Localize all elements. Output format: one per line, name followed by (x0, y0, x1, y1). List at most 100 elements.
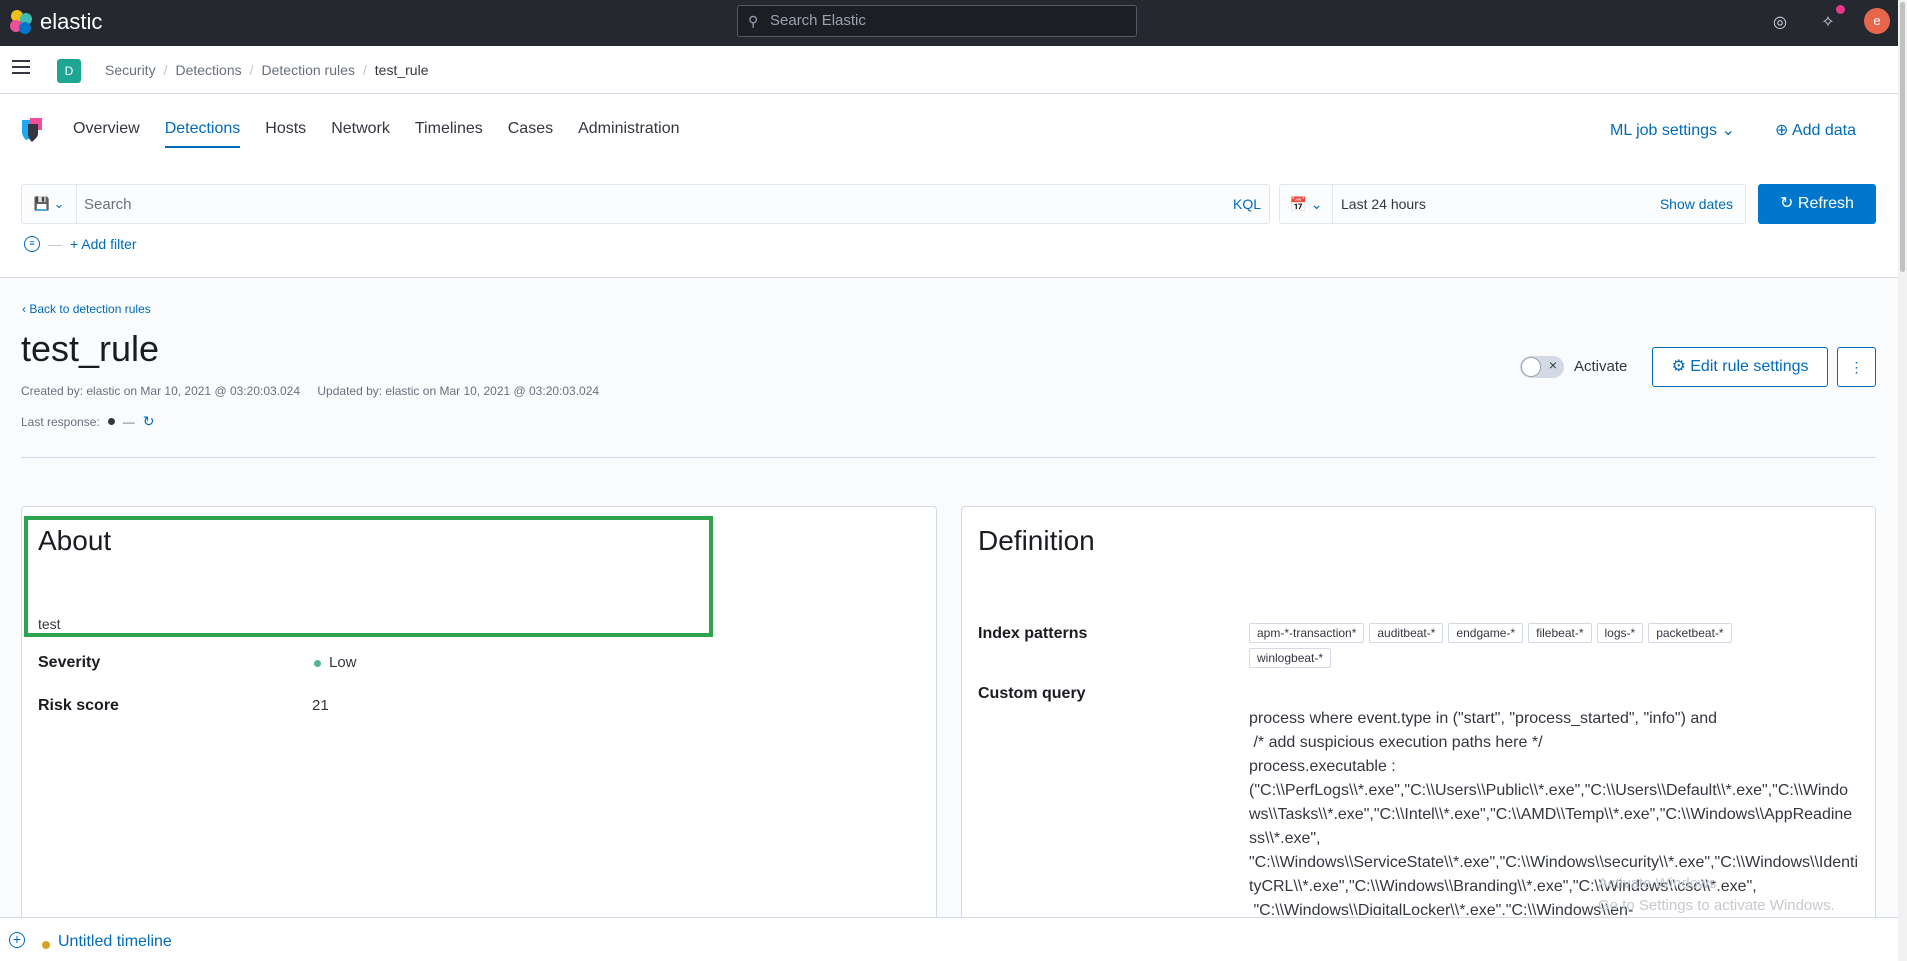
scrollbar-thumb[interactable] (1900, 2, 1905, 272)
chevron-down-icon: ⌄ (1310, 196, 1323, 212)
index-pattern-badge: winlogbeat-* (1249, 648, 1332, 668)
add-data-button[interactable]: ⊕ Add data (1775, 120, 1856, 140)
show-dates-link[interactable]: Show dates (1660, 196, 1733, 212)
add-timeline-icon[interactable]: + (9, 932, 25, 948)
severity-text: Low (329, 654, 357, 671)
definition-heading: Definition (978, 525, 1095, 556)
windows-activation-watermark: Activate Windows Go to Settings to activ… (1598, 873, 1835, 917)
breadcrumb-current: test_rule (374, 62, 429, 78)
highlight-box (24, 516, 713, 637)
settings-sliders-icon: ⚙ (1671, 358, 1686, 375)
quick-select-button[interactable]: 📅 ⌄ (1280, 185, 1333, 223)
about-description: test (38, 616, 61, 632)
activate-label: Activate (1574, 358, 1628, 375)
custom-query-label: Custom query (978, 685, 1086, 702)
user-avatar[interactable]: e (1864, 8, 1890, 34)
calendar-icon: 📅 (1289, 196, 1307, 212)
breadcrumb-detections[interactable]: Detections (175, 62, 241, 78)
last-response: Last response: — ↻ (21, 413, 154, 430)
timeline-status-dot (42, 941, 50, 949)
more-actions-button[interactable]: ⋮ (1837, 347, 1876, 387)
tab-network[interactable]: Network (331, 120, 390, 148)
status-dot (107, 418, 115, 425)
menu-icon[interactable] (12, 60, 30, 76)
index-pattern-badge: logs-* (1596, 623, 1644, 643)
breadcrumb-bar: D Security / Detections / Detection rule… (0, 46, 1898, 94)
breadcrumb-separator: / (362, 62, 367, 78)
back-to-rules-label: Back to detection rules (29, 302, 151, 316)
breadcrumb-separator: / (249, 62, 254, 78)
refresh-button[interactable]: ↻ Refresh (1758, 184, 1876, 224)
filter-options-icon[interactable]: ≡ (24, 236, 40, 252)
breadcrumb-security[interactable]: Security (105, 62, 156, 78)
help-icon[interactable]: ◎ (1768, 11, 1792, 35)
search-input[interactable] (84, 194, 1134, 214)
save-icon: 💾 (33, 196, 50, 211)
refresh-label: Refresh (1797, 195, 1854, 212)
timeline-title-link[interactable]: Untitled timeline (58, 933, 172, 951)
chevron-down-icon: ⌄ (1721, 122, 1735, 139)
last-response-label: Last response: (21, 414, 100, 429)
query-bar: 💾 ⌄ KQL (21, 184, 1270, 224)
breadcrumb-separator: / (163, 62, 168, 78)
edit-rule-settings-button[interactable]: ⚙ Edit rule settings (1652, 347, 1828, 387)
space-avatar[interactable]: D (57, 59, 81, 83)
global-search-placeholder: Search Elastic (770, 12, 866, 29)
kebab-menu-icon: ⋮ (1849, 359, 1864, 375)
add-data-label: Add data (1791, 122, 1857, 139)
date-range-label[interactable]: Last 24 hours (1341, 196, 1426, 212)
tab-overview[interactable]: Overview (73, 120, 140, 148)
filter-row: ≡ — + Add filter (24, 236, 137, 252)
edit-rule-settings-label: Edit rule settings (1690, 358, 1809, 375)
tab-cases[interactable]: Cases (508, 120, 553, 148)
index-patterns-label: Index patterns (978, 625, 1088, 642)
brand-name: elastic (40, 9, 103, 34)
index-pattern-badges: apm-*-transaction* auditbeat-* endgame-*… (1249, 623, 1809, 668)
plus-circle-icon: ⊕ (1775, 122, 1789, 139)
elastic-logo[interactable]: elastic (8, 9, 102, 35)
watermark-line-2: Go to Settings to activate Windows. (1598, 897, 1835, 914)
chevron-left-icon: ‹ (22, 302, 26, 316)
risk-score-value: 21 (312, 697, 329, 714)
page-title: test_rule (21, 328, 160, 369)
index-pattern-badge: apm-*-transaction* (1249, 623, 1365, 643)
breadcrumb-detection-rules[interactable]: Detection rules (262, 62, 355, 78)
tab-administration[interactable]: Administration (578, 120, 679, 148)
add-filter-link[interactable]: + Add filter (70, 236, 137, 252)
switch-knob (1521, 357, 1541, 377)
tab-timelines[interactable]: Timelines (415, 120, 483, 148)
chevron-down-icon: ⌄ (53, 196, 65, 211)
index-pattern-badge: endgame-* (1448, 623, 1524, 643)
notification-dot (1836, 5, 1845, 14)
tab-hosts[interactable]: Hosts (265, 120, 306, 148)
section-divider (21, 457, 1876, 458)
breadcrumb: Security / Detections / Detection rules … (105, 62, 429, 78)
back-to-rules-link[interactable]: ‹ Back to detection rules (22, 302, 151, 316)
created-by: Created by: elastic on Mar 10, 2021 @ 03… (21, 384, 301, 398)
activate-switch[interactable]: × (1520, 356, 1564, 378)
top-header: elastic ⚲ Search Elastic ◎ ✧ e (0, 0, 1907, 46)
rule-metadata: Created by: elastic on Mar 10, 2021 @ 03… (21, 384, 599, 398)
index-pattern-badge: packetbeat-* (1648, 623, 1732, 643)
index-pattern-badge: filebeat-* (1528, 623, 1592, 643)
ml-job-settings-label: ML job settings (1610, 122, 1718, 139)
ml-job-settings-button[interactable]: ML job settings ⌄ (1610, 120, 1735, 140)
security-app-icon (22, 118, 42, 142)
kql-language-toggle[interactable]: KQL (1233, 196, 1261, 212)
severity-label: Severity (38, 654, 101, 671)
saved-query-button[interactable]: 💾 ⌄ (22, 185, 77, 223)
elastic-logo-icon (8, 9, 34, 35)
risk-score-label: Risk score (38, 697, 119, 714)
date-picker: 📅 ⌄ Last 24 hours Show dates (1279, 184, 1746, 224)
newsfeed-icon[interactable]: ✧ (1816, 11, 1840, 35)
refresh-icon[interactable]: ↻ (143, 413, 155, 430)
global-search-input[interactable]: ⚲ Search Elastic (737, 5, 1137, 37)
refresh-icon: ↻ (1780, 195, 1794, 212)
timeline-bottom-bar: + Untitled timeline (0, 917, 1898, 961)
updated-by: Updated by: elastic on Mar 10, 2021 @ 03… (317, 384, 600, 398)
severity-value: Low (314, 654, 357, 671)
close-icon: × (1548, 357, 1557, 373)
severity-dot (314, 659, 321, 667)
tab-detections[interactable]: Detections (164, 120, 241, 148)
app-nav-tabs: Overview Detections Hosts Network Timeli… (73, 120, 679, 148)
